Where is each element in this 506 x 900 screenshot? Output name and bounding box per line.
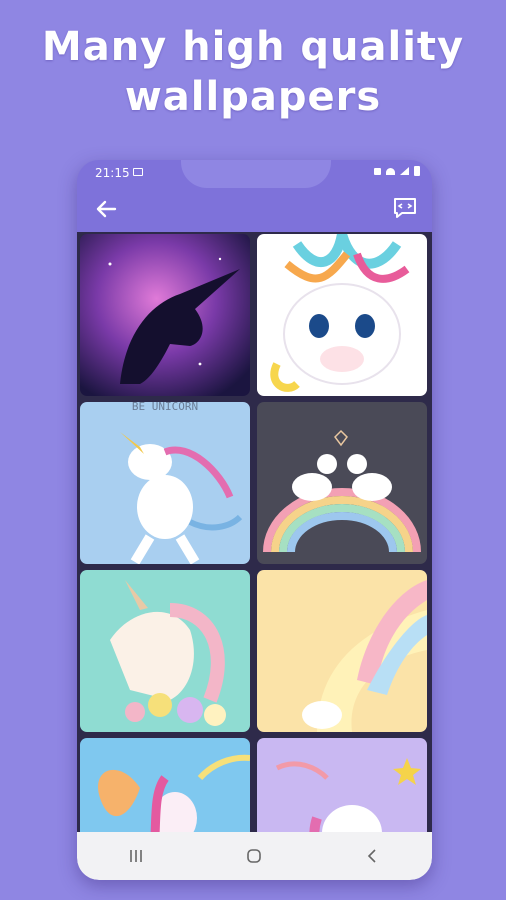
arrow-left-icon[interactable]: [91, 194, 121, 224]
wallpaper-tile-galaxy-unicorn[interactable]: [80, 234, 250, 396]
feedback-icon[interactable]: [392, 196, 418, 220]
sound-icon: [374, 167, 381, 175]
promo-headline: Many high quality wallpapers: [0, 22, 506, 122]
wallpaper-tile-star-unicorn[interactable]: [257, 738, 427, 832]
status-time: 21:15: [95, 166, 130, 180]
back-icon[interactable]: [353, 841, 393, 871]
wallpaper-tile-pastel-unicorn[interactable]: [257, 570, 427, 732]
wallpaper-tile-rainbow-unicorns[interactable]: [257, 402, 427, 564]
camera-notch: [181, 160, 331, 188]
home-icon[interactable]: [234, 841, 274, 871]
headline-line-2: wallpapers: [124, 74, 382, 120]
wallpaper-tile-floral-unicorn[interactable]: [80, 570, 250, 732]
wallpaper-tile-winged-unicorn[interactable]: [80, 738, 250, 832]
system-icons: [374, 166, 420, 176]
headline-line-1: Many high quality: [41, 24, 465, 70]
phone-frame: 21:15 BE UNICORN: [77, 160, 432, 880]
image-icon: [133, 168, 143, 176]
wifi-icon: [386, 167, 395, 175]
dabbing-unicorn-caption: BE UNICORN: [132, 402, 198, 413]
battery-icon: [414, 166, 420, 176]
system-nav-bar: [77, 832, 432, 880]
recents-icon[interactable]: [116, 841, 156, 871]
app-bar: [77, 186, 432, 232]
wallpaper-tile-dabbing-unicorn[interactable]: BE UNICORN: [80, 402, 250, 564]
wallpaper-tile-cute-unicorn-face[interactable]: [257, 234, 427, 396]
signal-icon: [400, 167, 409, 175]
wallpaper-grid: BE UNICORN: [77, 232, 432, 832]
